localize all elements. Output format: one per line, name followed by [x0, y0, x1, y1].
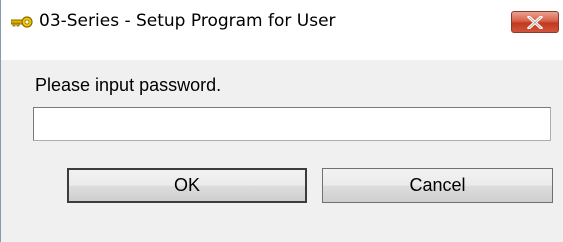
password-input[interactable]: [33, 107, 551, 141]
close-icon: [527, 16, 543, 29]
password-prompt-label: Please input password.: [35, 75, 222, 95]
close-button[interactable]: [511, 11, 559, 33]
setup-dialog-window: 03-Series - Setup Program for User Pleas…: [0, 0, 563, 242]
key-icon: [10, 15, 33, 29]
cancel-button[interactable]: Cancel: [322, 168, 553, 203]
ok-button[interactable]: OK: [67, 168, 307, 203]
title-bar[interactable]: 03-Series - Setup Program for User: [1, 0, 563, 60]
window-title: 03-Series - Setup Program for User: [39, 11, 336, 31]
